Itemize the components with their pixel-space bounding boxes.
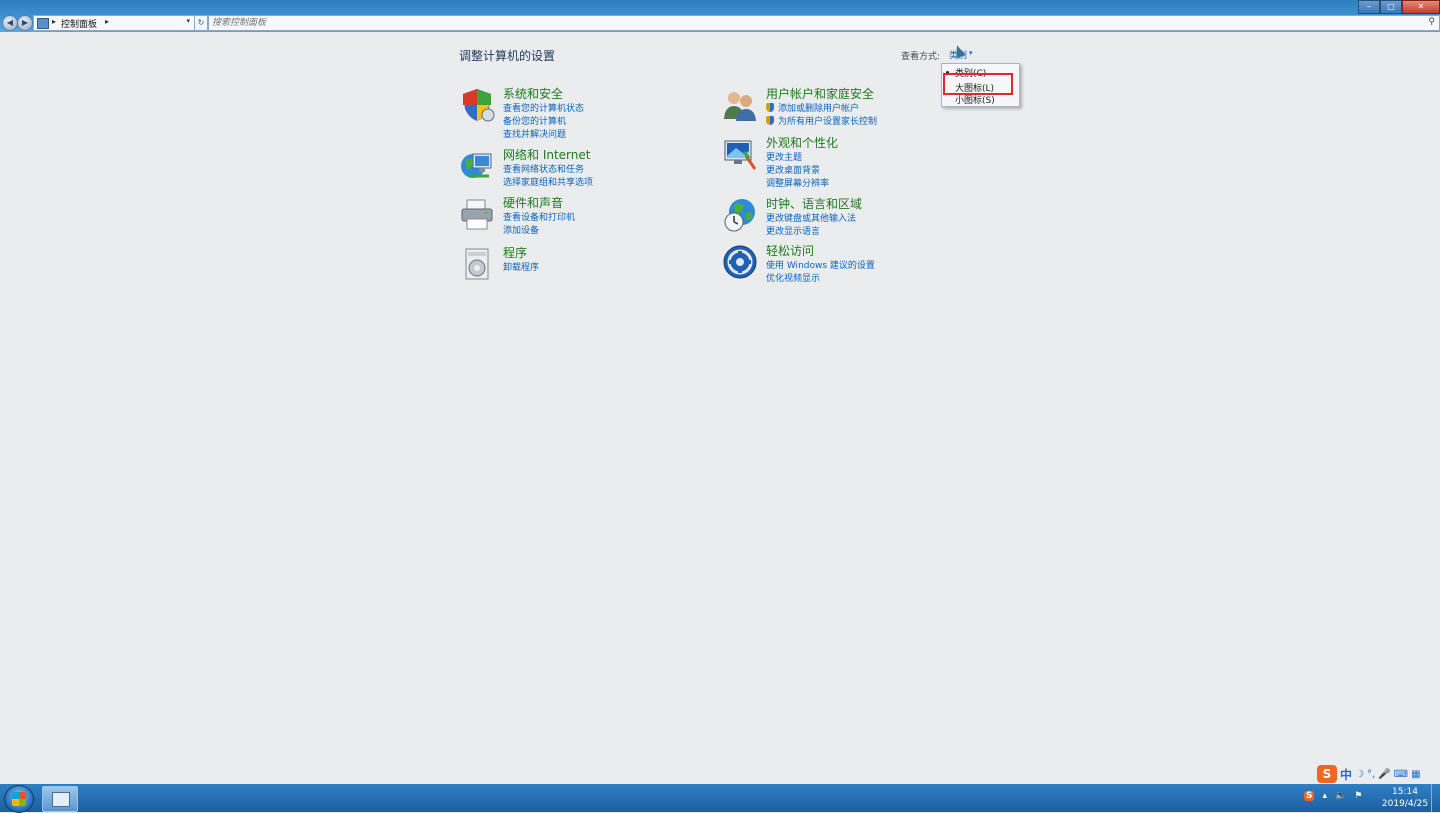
search-input[interactable] <box>212 16 1412 30</box>
uac-shield-icon <box>766 103 774 112</box>
punctuation-icon[interactable]: °, <box>1367 769 1375 780</box>
search-box[interactable]: ⚲ <box>208 15 1440 31</box>
toolbox-icon[interactable]: ▦ <box>1411 769 1420 780</box>
category-title[interactable]: 时钟、语言和区域 <box>766 195 862 212</box>
chevron-down-icon[interactable]: ▾ <box>186 17 190 25</box>
link-change-background[interactable]: 更改桌面背景 <box>766 163 829 176</box>
forward-button[interactable]: ▶ <box>17 15 33 31</box>
link-add-remove-accounts[interactable]: 添加或删除用户帐户 <box>766 101 877 114</box>
start-button[interactable] <box>4 785 34 813</box>
clock-globe-icon[interactable] <box>722 197 758 233</box>
ime-mode-toggle[interactable]: 中 <box>1340 766 1352 783</box>
printer-icon[interactable] <box>459 196 495 232</box>
appearance-icon[interactable] <box>722 136 758 172</box>
explorer-toolbar: – □ ✕ ◀ ▶ ▸ 控制面板 ▸ ▾ ↻ ⚲ <box>0 0 1440 32</box>
maximize-button[interactable]: □ <box>1380 0 1402 14</box>
action-center-flag-icon[interactable]: ⚑ <box>1354 791 1362 801</box>
users-icon[interactable] <box>722 87 758 123</box>
link-backup-computer[interactable]: 备份您的计算机 <box>503 114 584 127</box>
link-change-theme[interactable]: 更改主题 <box>766 150 829 163</box>
view-by-label: 查看方式: <box>901 52 941 62</box>
taskbar-control-panel[interactable] <box>42 786 78 812</box>
back-button[interactable]: ◀ <box>2 15 18 31</box>
taskbar: S ▴ 🔈 ⚑ 15:14 2019/4/25 <box>0 784 1440 813</box>
microphone-icon[interactable]: 🎤 <box>1378 769 1390 780</box>
address-bar[interactable]: ▸ 控制面板 ▸ ▾ <box>33 15 195 31</box>
minimize-button[interactable]: – <box>1358 0 1380 14</box>
category-title[interactable]: 外观和个性化 <box>766 134 838 151</box>
link-windows-recommended[interactable]: 使用 Windows 建议的设置 <box>766 258 875 271</box>
category-title[interactable]: 轻松访问 <box>766 242 814 259</box>
clock-time: 15:14 <box>1392 787 1418 797</box>
category-title[interactable]: 网络和 Internet <box>503 146 590 163</box>
uac-shield-icon <box>766 116 774 125</box>
link-view-computer-status[interactable]: 查看您的计算机状态 <box>503 101 584 114</box>
link-troubleshoot[interactable]: 查找并解决问题 <box>503 127 584 140</box>
link-optimize-display[interactable]: 优化视频显示 <box>766 271 875 284</box>
volume-icon[interactable]: 🔈 <box>1335 791 1346 801</box>
category-title[interactable]: 用户帐户和家庭安全 <box>766 85 874 102</box>
category-title[interactable]: 系统和安全 <box>503 85 563 102</box>
link-add-device[interactable]: 添加设备 <box>503 223 575 236</box>
programs-icon[interactable] <box>459 246 495 282</box>
clock-date: 2019/4/25 <box>1381 799 1429 809</box>
link-view-network-status[interactable]: 查看网络状态和任务 <box>503 162 593 175</box>
chevron-right-icon[interactable]: ▸ <box>52 17 56 26</box>
clock[interactable]: 15:14 2019/4/25 <box>1380 786 1430 810</box>
show-desktop-button[interactable] <box>1431 784 1440 812</box>
link-adjust-resolution[interactable]: 调整屏幕分辨率 <box>766 176 829 189</box>
category-title[interactable]: 程序 <box>503 244 527 261</box>
control-panel-window-icon <box>52 792 70 807</box>
sogou-logo-icon[interactable]: S <box>1317 765 1337 783</box>
window-controls: – □ ✕ <box>1358 0 1440 14</box>
search-icon[interactable]: ⚲ <box>1428 17 1435 27</box>
keyboard-icon[interactable]: ⌨ <box>1394 769 1408 780</box>
highlight-box <box>943 73 1013 95</box>
link-parental-controls[interactable]: 为所有用户设置家长控制 <box>766 114 877 127</box>
link-devices-printers[interactable]: 查看设备和打印机 <box>503 210 575 223</box>
link-uninstall-program[interactable]: 卸载程序 <box>503 260 539 273</box>
shield-icon[interactable] <box>459 87 495 123</box>
network-globe-icon[interactable] <box>459 148 495 184</box>
category-title[interactable]: 硬件和声音 <box>503 194 563 211</box>
system-tray: S ▴ 🔈 ⚑ <box>1304 791 1362 801</box>
chevron-right-icon[interactable]: ▸ <box>105 17 109 26</box>
half-width-moon-icon[interactable]: ☽ <box>1355 769 1364 780</box>
refresh-button[interactable]: ↻ <box>194 15 208 31</box>
windows-logo-icon <box>12 792 26 806</box>
chevron-up-icon[interactable]: ▴ <box>1322 791 1327 801</box>
control-panel-icon <box>37 18 49 29</box>
link-homegroup-sharing[interactable]: 选择家庭组和共享选项 <box>503 175 593 188</box>
sogou-tray-icon[interactable]: S <box>1304 791 1315 801</box>
breadcrumb-control-panel[interactable]: 控制面板 <box>61 17 97 30</box>
close-button[interactable]: ✕ <box>1402 0 1440 14</box>
ease-of-access-icon[interactable] <box>722 244 758 280</box>
link-change-keyboard[interactable]: 更改键盘或其他输入法 <box>766 211 856 224</box>
ime-toolbar: S 中 ☽ °, 🎤 ⌨ ▦ <box>1317 764 1439 784</box>
page-title: 调整计算机的设置 <box>459 49 556 63</box>
chevron-down-icon[interactable]: ▾ <box>969 49 973 57</box>
link-change-display-language[interactable]: 更改显示语言 <box>766 224 856 237</box>
